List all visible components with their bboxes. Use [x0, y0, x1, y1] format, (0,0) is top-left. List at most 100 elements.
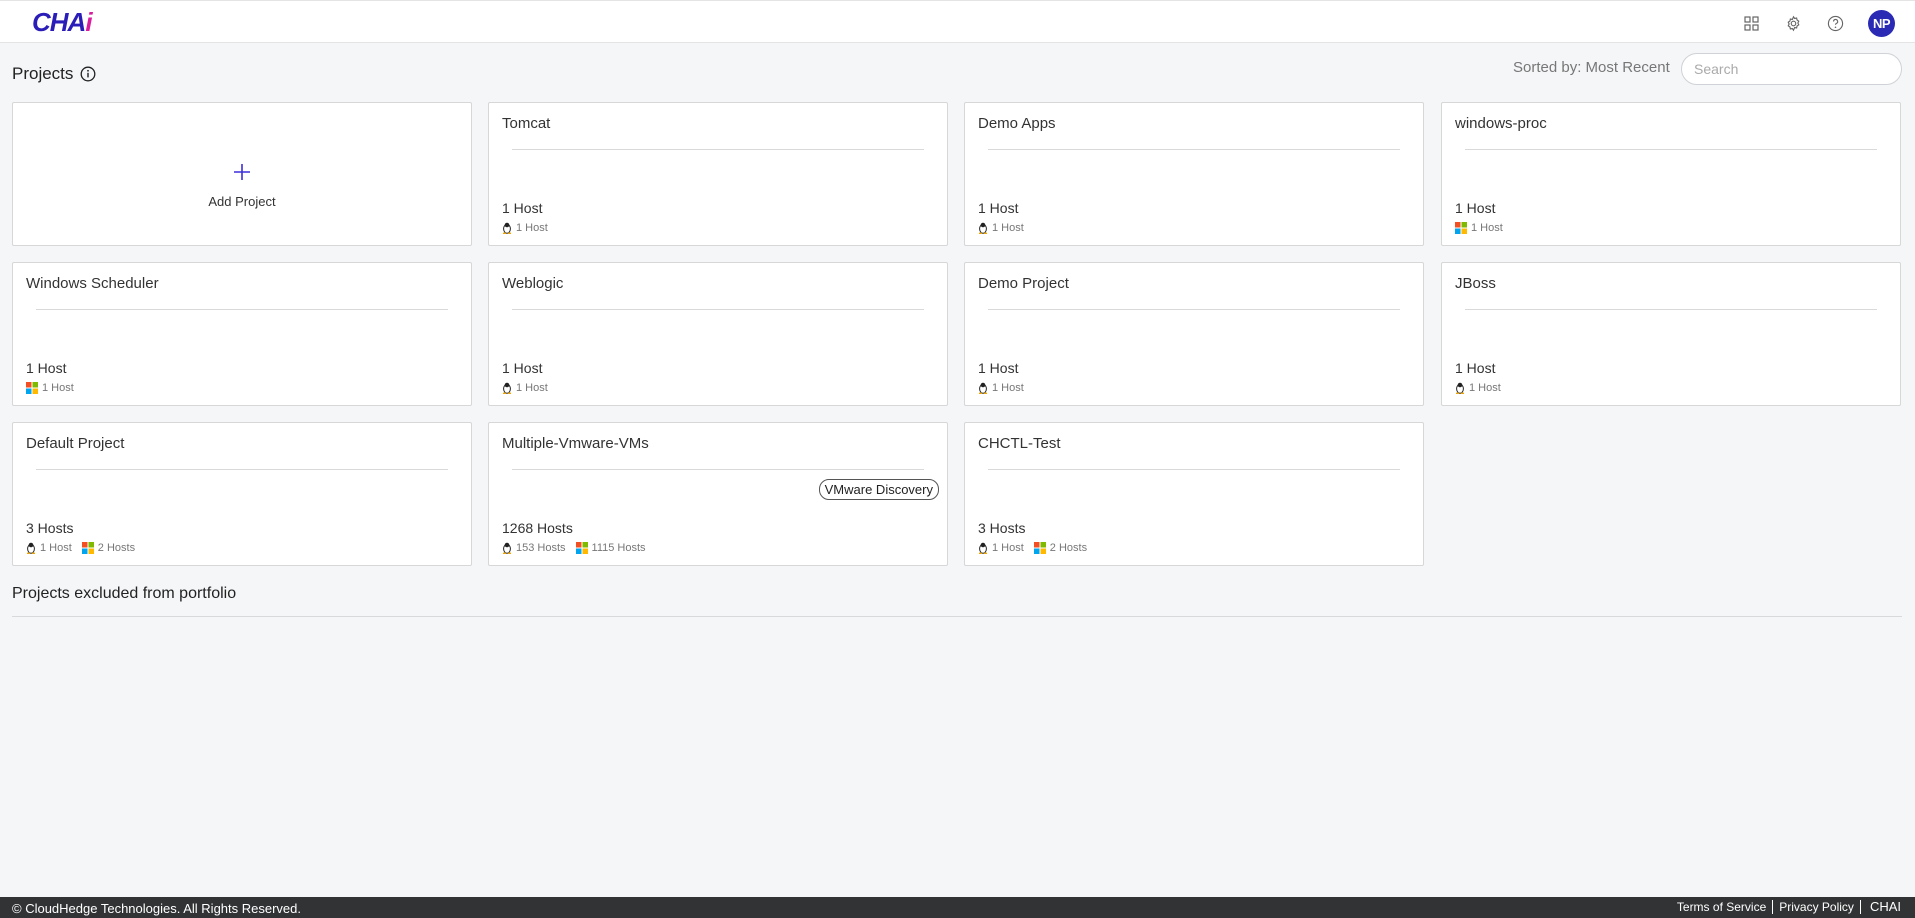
sort-selector[interactable]: Sorted by: Most Recent: [1513, 59, 1670, 76]
project-name: Tomcat: [502, 115, 551, 132]
project-card[interactable]: Default Project 3 Hosts 1 Host 2 Hosts: [12, 422, 472, 566]
section-divider: [12, 616, 1902, 617]
linux-hosts: 1 Host: [978, 382, 1024, 394]
card-divider: [512, 149, 924, 150]
windows-hosts: 1115 Hosts: [575, 542, 646, 554]
card-divider: [1465, 149, 1877, 150]
host-count: 3 Hosts: [26, 520, 74, 536]
card-divider: [988, 469, 1400, 470]
card-divider: [512, 309, 924, 310]
project-name: Default Project: [26, 435, 125, 452]
project-name: CHCTL-Test: [978, 435, 1061, 452]
linux-hosts: 1 Host: [502, 222, 548, 234]
card-divider: [988, 309, 1400, 310]
linux-icon: [979, 222, 987, 234]
windows-icon: [575, 542, 588, 554]
card-divider: [36, 309, 448, 310]
linux-hosts: 1 Host: [26, 542, 72, 554]
host-count: 1 Host: [978, 360, 1019, 376]
project-name: Demo Project: [978, 275, 1069, 292]
card-divider: [1465, 309, 1877, 310]
host-count: 1 Host: [1455, 360, 1496, 376]
footer-links: Terms of Service Privacy Policy CHAI: [1671, 900, 1901, 914]
help-icon[interactable]: [1822, 11, 1848, 37]
top-bar: CHAi NP: [0, 0, 1915, 43]
os-breakdown: 153 Hosts 1115 Hosts: [502, 542, 656, 554]
project-card[interactable]: Weblogic 1 Host 1 Host: [488, 262, 948, 406]
project-card[interactable]: Multiple-Vmware-VMs VMware Discovery 126…: [488, 422, 948, 566]
page-title: Projects: [12, 64, 74, 83]
linux-icon: [27, 542, 35, 554]
project-card[interactable]: Demo Project 1 Host 1 Host: [964, 262, 1424, 406]
project-card[interactable]: Tomcat 1 Host 1 Host: [488, 102, 948, 246]
host-count: 1 Host: [978, 200, 1019, 216]
card-divider: [36, 469, 448, 470]
host-count: 3 Hosts: [978, 520, 1026, 536]
os-breakdown: 1 Host: [1455, 382, 1511, 394]
os-breakdown: 1 Host: [26, 382, 84, 394]
project-name: windows-proc: [1455, 115, 1547, 132]
os-breakdown: 1 Host: [978, 382, 1034, 394]
copyright-text: © CloudHedge Technologies. All Rights Re…: [12, 901, 302, 916]
windows-hosts: 2 Hosts: [81, 542, 135, 554]
windows-icon: [81, 542, 94, 554]
windows-icon: [1455, 222, 1467, 234]
linux-icon: [503, 222, 511, 234]
project-card[interactable]: CHCTL-Test 3 Hosts 1 Host 2 Hosts: [964, 422, 1424, 566]
project-name: Multiple-Vmware-VMs: [502, 435, 649, 452]
project-card[interactable]: windows-proc 1 Host 1 Host: [1441, 102, 1901, 246]
os-breakdown: 1 Host 2 Hosts: [978, 542, 1097, 554]
windows-hosts: 1 Host: [26, 382, 74, 394]
linux-hosts: 1 Host: [502, 382, 548, 394]
linux-icon: [979, 542, 987, 554]
footer-brand: CHAI: [1859, 900, 1901, 914]
top-icons: NP: [1722, 10, 1895, 37]
linux-icon: [979, 382, 987, 394]
project-card[interactable]: JBoss 1 Host 1 Host: [1441, 262, 1901, 406]
terms-of-service-link[interactable]: Terms of Service: [1671, 900, 1772, 914]
search-input[interactable]: [1681, 53, 1902, 85]
linux-hosts: 1 Host: [1455, 382, 1501, 394]
host-count: 1268 Hosts: [502, 520, 573, 536]
project-card[interactable]: Windows Scheduler 1 Host 1 Host: [12, 262, 472, 406]
user-avatar[interactable]: NP: [1868, 10, 1895, 37]
plus-icon: [234, 164, 250, 180]
os-breakdown: 1 Host: [978, 222, 1034, 234]
host-count: 1 Host: [502, 200, 543, 216]
os-breakdown: 1 Host: [1455, 222, 1513, 234]
host-count: 1 Host: [26, 360, 67, 376]
card-divider: [512, 469, 924, 470]
add-project-label: Add Project: [208, 194, 276, 209]
host-count: 1 Host: [502, 360, 543, 376]
projects-heading: Projects: [12, 64, 96, 84]
vmware-discovery-badge: VMware Discovery: [818, 479, 939, 500]
project-name: Windows Scheduler: [26, 275, 159, 292]
linux-hosts: 1 Host: [978, 222, 1024, 234]
linux-icon: [1456, 382, 1464, 394]
os-breakdown: 1 Host 2 Hosts: [26, 542, 145, 554]
linux-hosts: 1 Host: [978, 542, 1024, 554]
card-divider: [988, 149, 1400, 150]
gear-icon[interactable]: [1780, 11, 1806, 37]
project-name: JBoss: [1455, 275, 1496, 292]
os-breakdown: 1 Host: [502, 222, 558, 234]
windows-hosts: 1 Host: [1455, 222, 1503, 234]
project-card[interactable]: Demo Apps 1 Host 1 Host: [964, 102, 1424, 246]
chai-logo[interactable]: CHAi: [32, 7, 93, 38]
project-name: Demo Apps: [978, 115, 1056, 132]
windows-icon: [1033, 542, 1046, 554]
project-name: Weblogic: [502, 275, 564, 292]
info-icon[interactable]: [80, 66, 96, 82]
privacy-policy-link[interactable]: Privacy Policy: [1772, 900, 1860, 914]
windows-hosts: 2 Hosts: [1033, 542, 1087, 554]
add-project-card[interactable]: Add Project: [12, 102, 472, 246]
linux-icon: [503, 542, 511, 554]
linux-hosts: 153 Hosts: [502, 542, 566, 554]
linux-icon: [503, 382, 511, 394]
os-breakdown: 1 Host: [502, 382, 558, 394]
excluded-projects-heading: Projects excluded from portfolio: [12, 585, 237, 602]
footer: © CloudHedge Technologies. All Rights Re…: [0, 897, 1915, 918]
windows-icon: [26, 382, 38, 394]
host-count: 1 Host: [1455, 200, 1496, 216]
grid-icon[interactable]: [1738, 11, 1764, 37]
